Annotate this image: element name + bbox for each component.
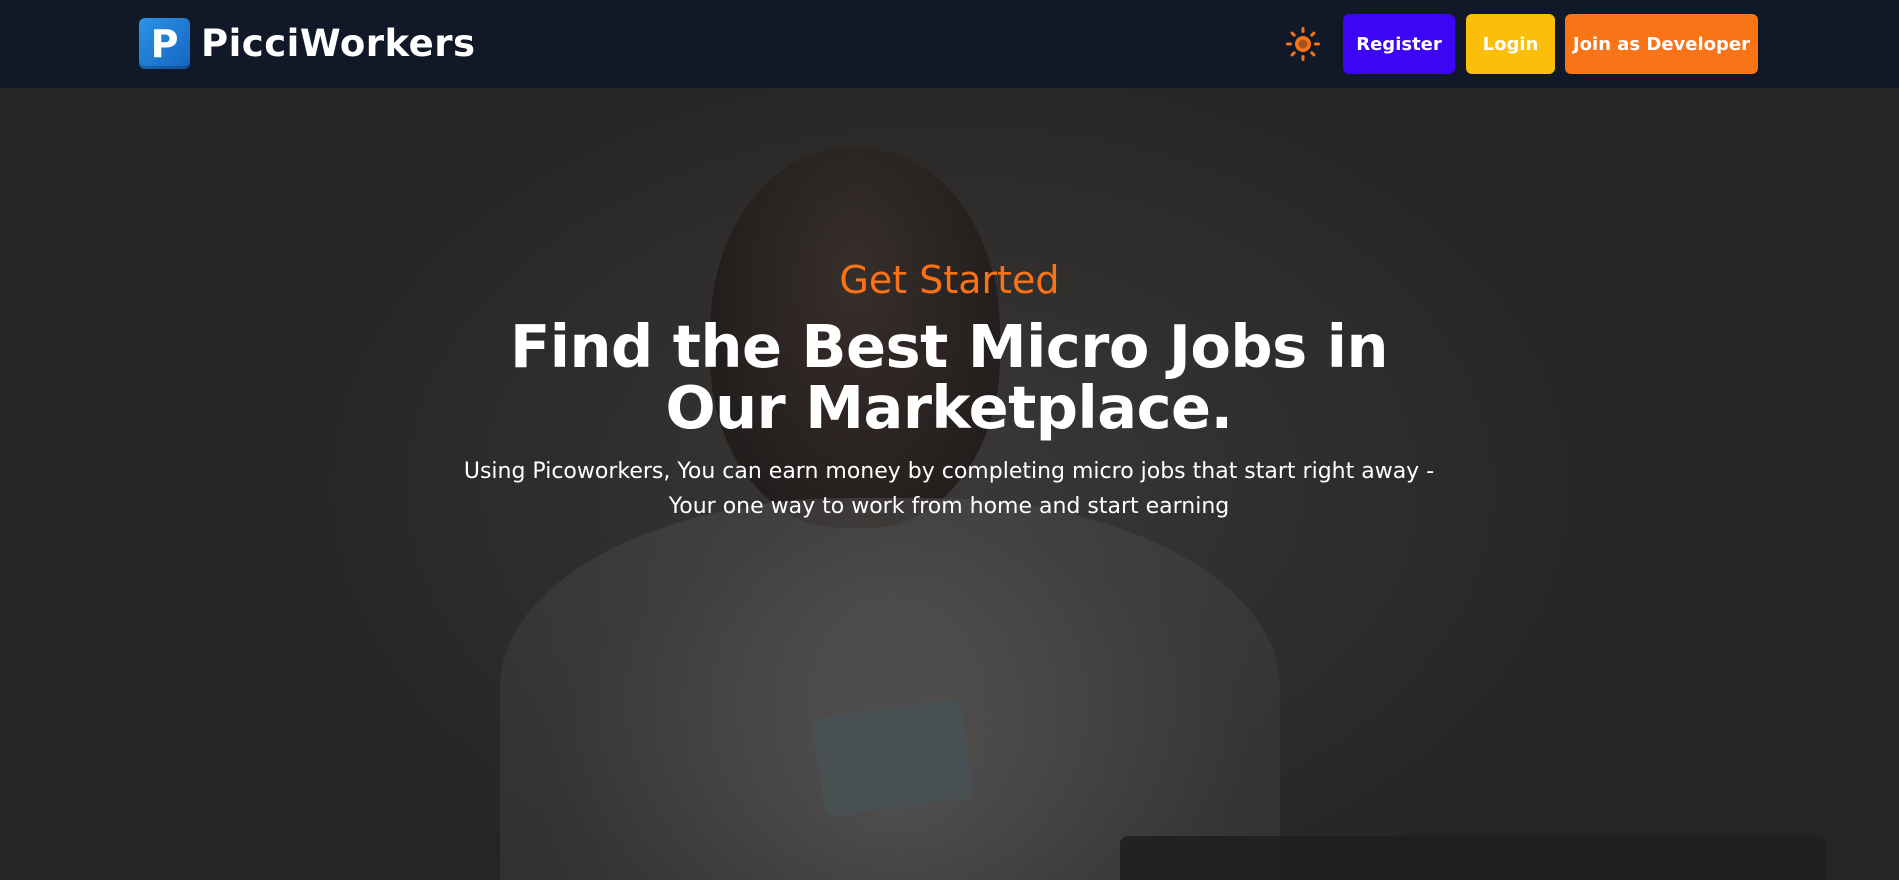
brand-name[interactable]: PicciWorkers bbox=[201, 22, 476, 65]
hero-eyebrow: Get Started bbox=[839, 258, 1060, 302]
brand[interactable]: P PicciWorkers bbox=[139, 18, 476, 69]
hero-subtext: Using Picoworkers, You can earn money by… bbox=[463, 459, 1435, 519]
brand-logo[interactable]: P bbox=[139, 18, 190, 69]
hero-section: Get Started Find the Best Micro Jobs in … bbox=[0, 88, 1899, 880]
sun-icon[interactable] bbox=[1284, 25, 1322, 63]
hero-headline: Find the Best Micro Jobs in Our Marketpl… bbox=[509, 312, 1389, 442]
join-as-developer-button[interactable]: Join as Developer bbox=[1565, 14, 1758, 74]
top-navbar: P PicciWorkers Register Login Join as De… bbox=[0, 0, 1899, 88]
login-button[interactable]: Login bbox=[1466, 14, 1555, 74]
register-button[interactable]: Register bbox=[1343, 14, 1455, 74]
